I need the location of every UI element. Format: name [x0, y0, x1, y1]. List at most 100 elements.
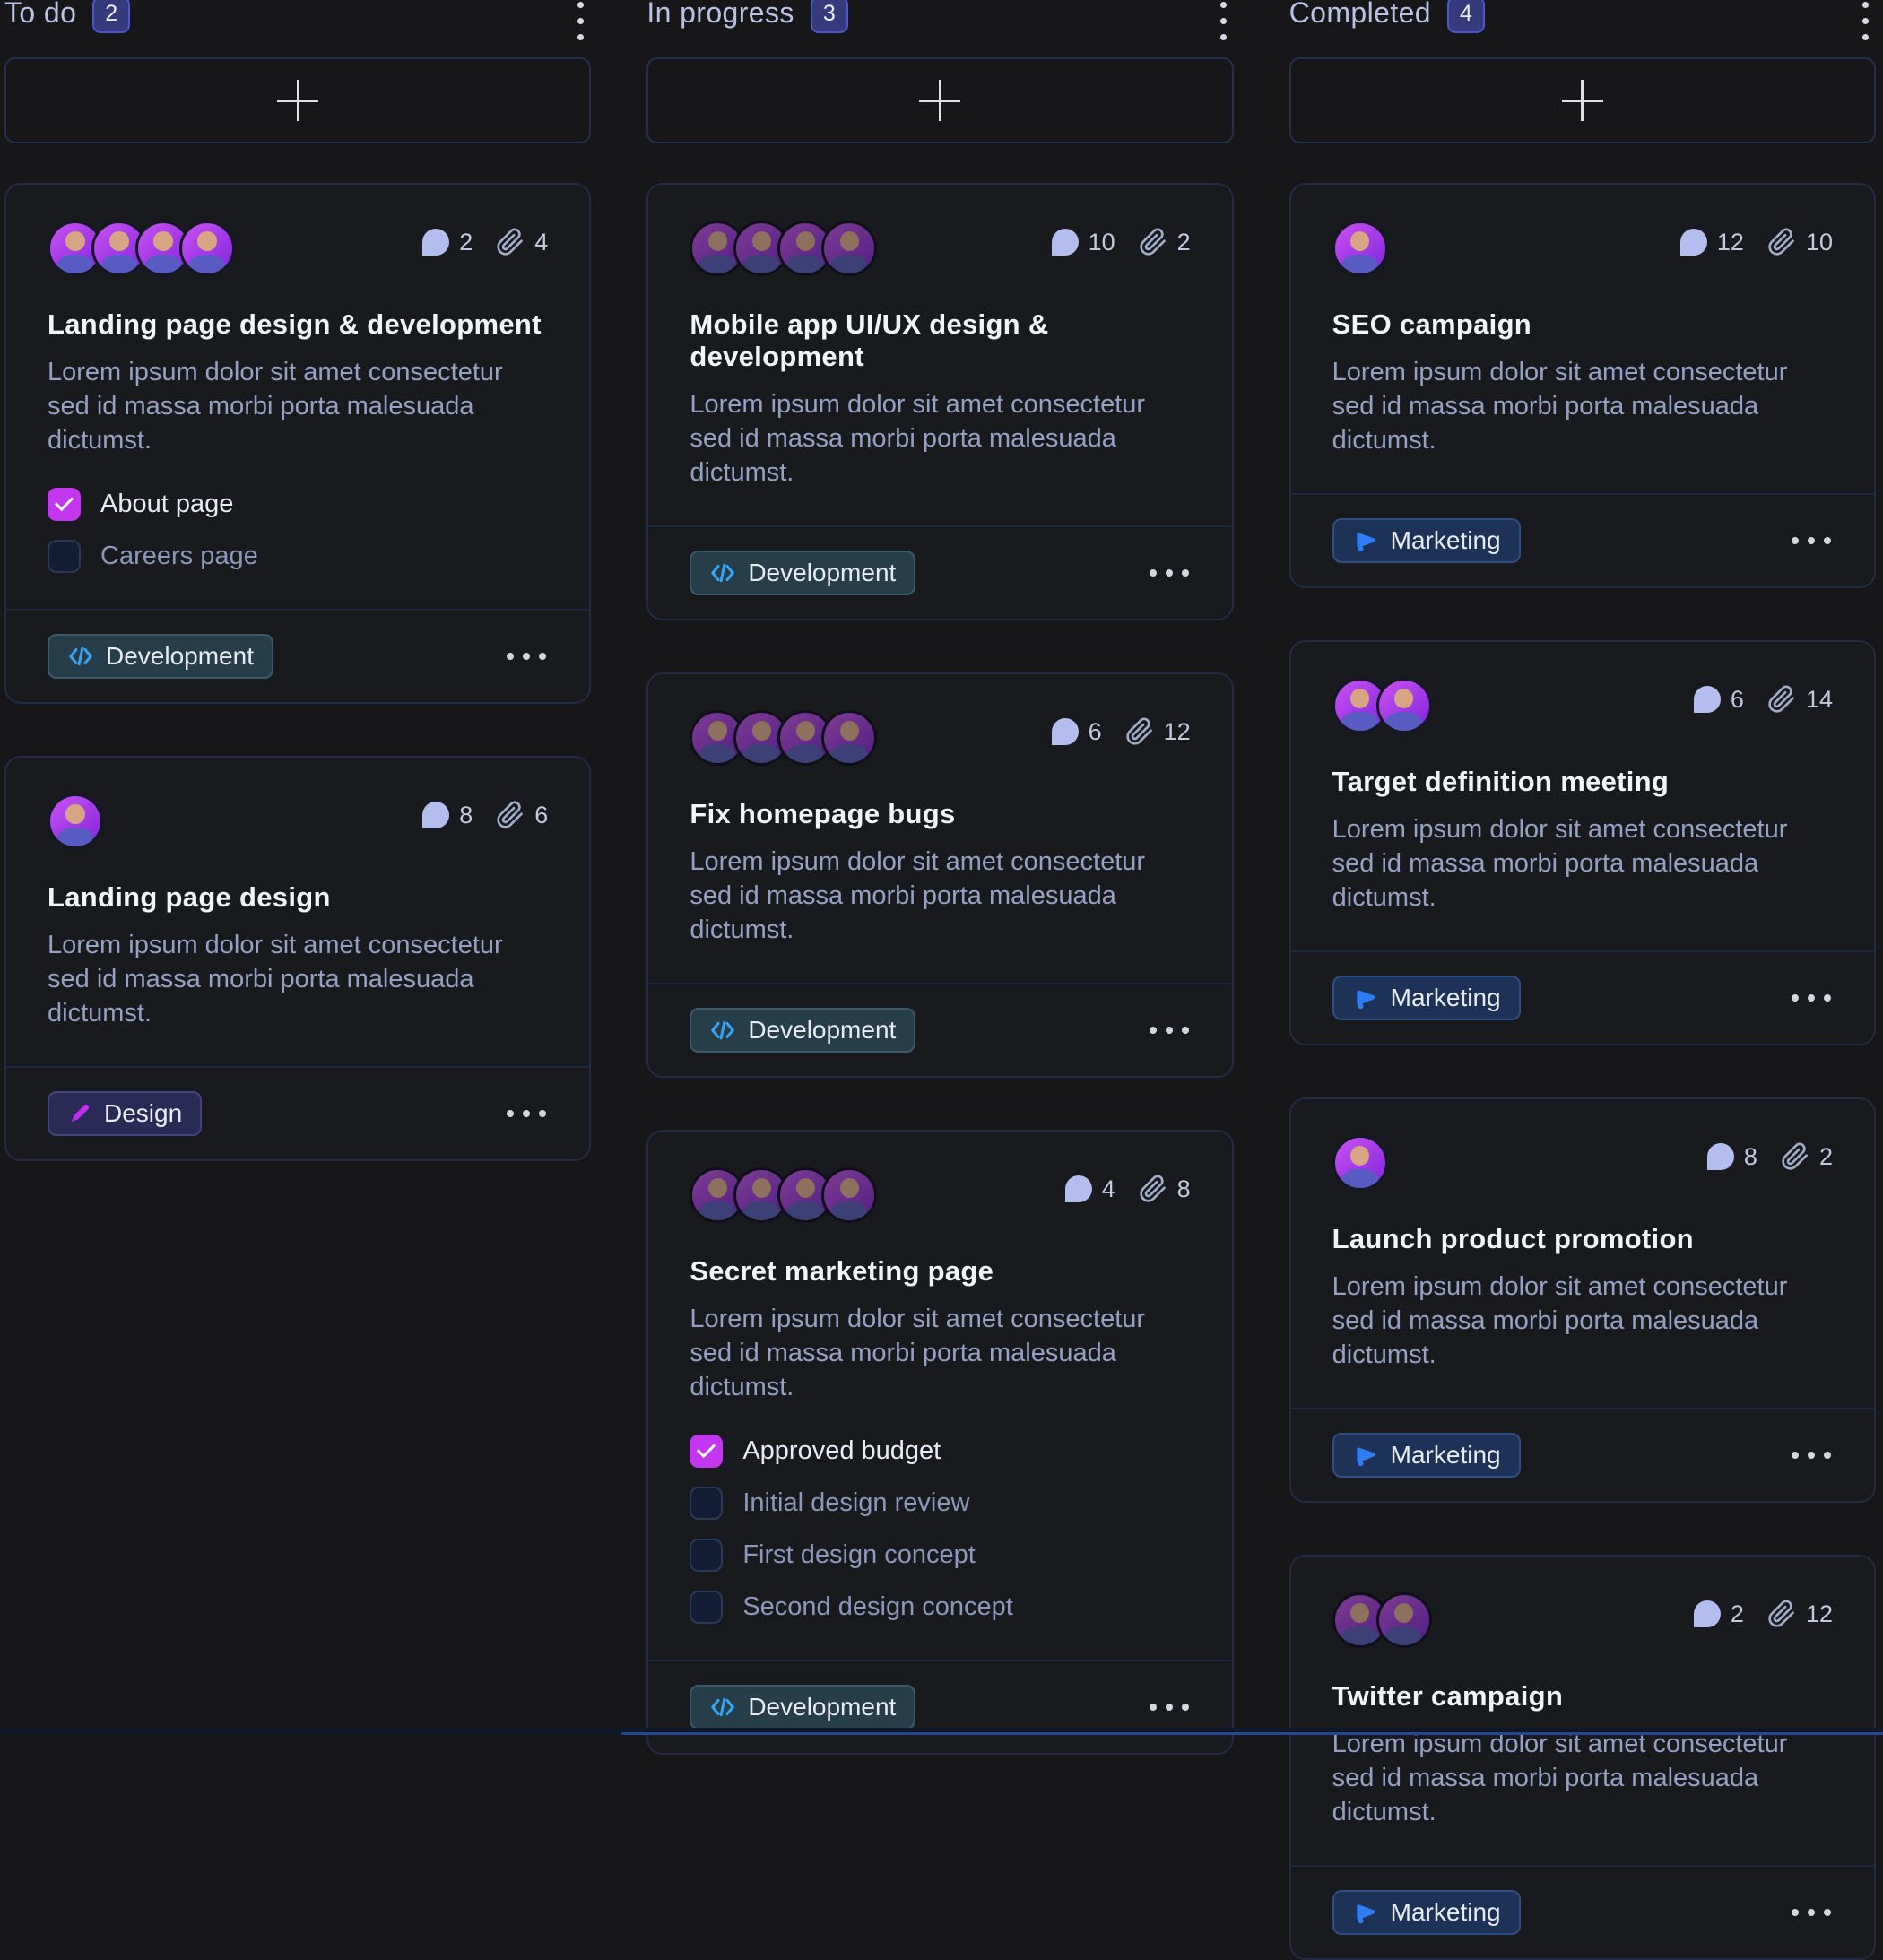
avatar: [48, 794, 103, 849]
card-head: 10 2: [690, 221, 1190, 276]
column-menu-button[interactable]: [1857, 0, 1874, 44]
checkbox[interactable]: [48, 488, 81, 521]
task-card[interactable]: 6 14 Target definition meeting Lorem ips…: [1289, 640, 1876, 1045]
avatar: [1332, 221, 1388, 276]
column-header: In progress 3: [646, 0, 1233, 41]
card-list: 10 2 Mobile app UI/UX design & developme…: [646, 183, 1233, 1755]
checklist: About page Careers page: [48, 488, 548, 573]
tag-label: Marketing: [1391, 1441, 1501, 1470]
checklist-label: Careers page: [100, 542, 258, 571]
attachments-count: 12: [1164, 718, 1191, 746]
plus-icon: [277, 80, 318, 121]
card-footer: Marketing: [1291, 1865, 1874, 1958]
checklist-label: Approved budget: [742, 1436, 941, 1466]
column-title: In progress: [646, 0, 794, 29]
card-menu-button[interactable]: [1148, 564, 1191, 582]
column-title: Completed: [1289, 0, 1431, 29]
column-menu-button[interactable]: [572, 0, 589, 44]
card-body: 10 2 Mobile app UI/UX design & developme…: [648, 185, 1231, 525]
card-footer: Development: [648, 525, 1231, 619]
checklist: Approved budget Initial design review Fi…: [690, 1435, 1190, 1624]
checkbox[interactable]: [48, 540, 81, 573]
tag-chip: Marketing: [1332, 1890, 1521, 1935]
tag-label: Development: [106, 642, 254, 671]
card-meta: 10 2: [1052, 228, 1191, 256]
attachments-count: 4: [534, 229, 548, 256]
paperclip-icon: [496, 228, 525, 256]
card-head: 8 6: [48, 794, 548, 849]
card-menu-button[interactable]: [1790, 532, 1833, 550]
card-description: Lorem ipsum dolor sit amet consectetur s…: [48, 355, 548, 457]
column-count-badge: 4: [1447, 0, 1485, 33]
plus-icon: [919, 80, 960, 121]
card-footer: Development: [6, 609, 589, 702]
card-menu-button[interactable]: [1148, 1021, 1191, 1039]
avatar: [821, 1167, 877, 1223]
card-menu-button[interactable]: [505, 1105, 548, 1123]
comments-count: 6: [1089, 718, 1102, 746]
task-card[interactable]: 8 2 Launch product promotion Lorem ipsum…: [1289, 1097, 1876, 1503]
checkbox[interactable]: [690, 1487, 723, 1520]
task-card[interactable]: 2 4 Landing page design & development Lo…: [4, 183, 591, 704]
card-menu-button[interactable]: [1790, 1446, 1833, 1464]
comments-count: 4: [1102, 1175, 1115, 1203]
card-description: Lorem ipsum dolor sit amet consectetur s…: [48, 928, 548, 1030]
tag-chip: Marketing: [1332, 518, 1521, 563]
add-card-button[interactable]: [1289, 57, 1876, 143]
card-menu-button[interactable]: [1790, 989, 1833, 1007]
card-menu-button[interactable]: [1148, 1698, 1191, 1716]
paperclip-icon: [1139, 1175, 1167, 1203]
comments-icon: [1065, 1175, 1092, 1202]
card-menu-button[interactable]: [1790, 1904, 1833, 1921]
card-title: SEO campaign: [1332, 308, 1833, 341]
avatar: [1332, 1135, 1388, 1191]
card-meta: 8 2: [1707, 1142, 1833, 1171]
column-menu-button[interactable]: [1215, 0, 1232, 44]
card-footer: Marketing: [1291, 493, 1874, 586]
task-card[interactable]: 10 2 Mobile app UI/UX design & developme…: [646, 183, 1233, 620]
column-count-badge: 2: [92, 0, 130, 33]
avatar: [1376, 1592, 1432, 1648]
card-description: Lorem ipsum dolor sit amet consectetur s…: [1332, 812, 1833, 915]
card-body: 12 10 SEO campaign Lorem ipsum dolor sit…: [1291, 185, 1874, 493]
add-card-button[interactable]: [646, 57, 1233, 143]
task-card[interactable]: 8 6 Landing page design Lorem ipsum dolo…: [4, 756, 591, 1161]
card-body: 4 8 Secret marketing page Lorem ipsum do…: [648, 1132, 1231, 1660]
comments-icon: [422, 229, 449, 256]
attachments-count: 2: [1819, 1143, 1833, 1171]
checklist-label: First design concept: [742, 1540, 976, 1570]
checklist-item: Careers page: [48, 540, 548, 573]
card-footer: Development: [648, 1660, 1231, 1753]
task-card[interactable]: 4 8 Secret marketing page Lorem ipsum do…: [646, 1130, 1233, 1755]
task-card[interactable]: 2 12 Twitter campaign Lorem ipsum dolor …: [1289, 1555, 1876, 1960]
checkbox[interactable]: [690, 1435, 723, 1468]
card-title: Mobile app UI/UX design & development: [690, 308, 1190, 373]
megaphone-icon: [1352, 984, 1379, 1011]
comments-icon: [1052, 718, 1079, 745]
checkbox[interactable]: [690, 1591, 723, 1624]
tag-label: Design: [104, 1099, 182, 1128]
checklist-label: About page: [100, 490, 233, 519]
tag-chip: Marketing: [1332, 976, 1521, 1020]
checklist-item: Second design concept: [690, 1591, 1190, 1624]
avatar-group: [1332, 1592, 1432, 1648]
avatar-group: [690, 710, 877, 766]
card-list: 12 10 SEO campaign Lorem ipsum dolor sit…: [1289, 183, 1876, 1960]
paperclip-icon: [1767, 1600, 1796, 1628]
task-card[interactable]: 6 12 Fix homepage bugs Lorem ipsum dolor…: [646, 672, 1233, 1078]
add-card-button[interactable]: [4, 57, 591, 143]
paperclip-icon: [1781, 1142, 1809, 1171]
attachments-count: 2: [1177, 229, 1191, 256]
card-description: Lorem ipsum dolor sit amet consectetur s…: [690, 387, 1190, 490]
column-title: To do: [4, 0, 76, 29]
card-menu-button[interactable]: [505, 647, 548, 665]
card-body: 6 12 Fix homepage bugs Lorem ipsum dolor…: [648, 674, 1231, 983]
tag-label: Marketing: [1391, 984, 1501, 1012]
task-card[interactable]: 12 10 SEO campaign Lorem ipsum dolor sit…: [1289, 183, 1876, 588]
checkbox[interactable]: [690, 1539, 723, 1572]
comments-count: 8: [1744, 1143, 1757, 1171]
avatar: [821, 710, 877, 766]
card-meta: 6 12: [1052, 717, 1191, 746]
card-title: Landing page design: [48, 881, 548, 914]
comments-icon: [422, 802, 449, 828]
